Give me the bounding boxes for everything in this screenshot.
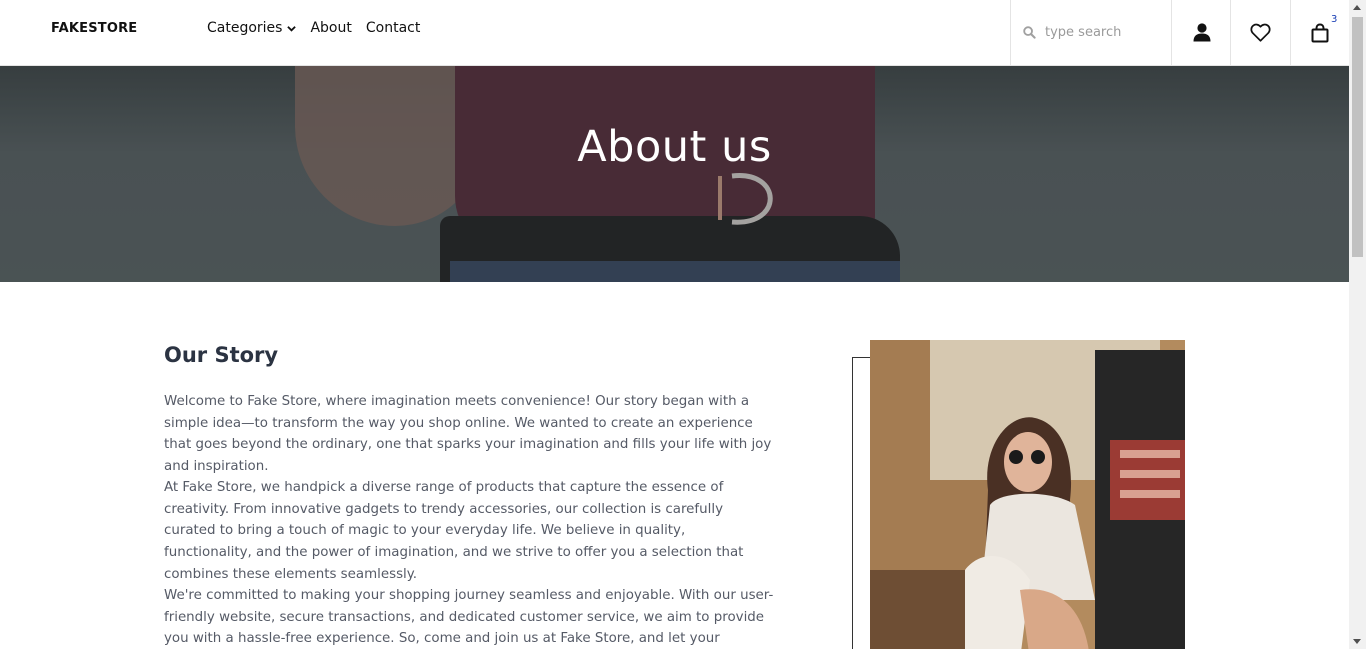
nav-categories[interactable]: Categories [207, 20, 297, 36]
search-input[interactable] [1045, 25, 1155, 40]
bag-icon [1311, 22, 1329, 42]
story-paragraph-3: We're committed to making your shopping … [164, 588, 774, 647]
hero-banner: About us [0, 66, 1349, 282]
story-paragraph-1: Welcome to Fake Store, where imagination… [164, 394, 772, 475]
page-scrollbar[interactable] [1349, 0, 1366, 649]
scroll-up-arrow-icon[interactable] [1353, 5, 1361, 10]
search-box [1010, 0, 1172, 65]
site-logo[interactable]: FAKESTORE [51, 21, 137, 36]
wishlist-button[interactable] [1230, 0, 1290, 65]
nav-about[interactable]: About [310, 20, 351, 36]
page-title: About us [577, 122, 772, 172]
photo-frame-decoration [852, 357, 872, 649]
hero-overlay [0, 66, 1349, 282]
account-button[interactable] [1171, 0, 1231, 65]
cart-button[interactable]: 3 [1290, 0, 1349, 65]
story-paragraph-2: At Fake Store, we handpick a diverse ran… [164, 480, 744, 582]
chevron-down-icon [287, 26, 297, 32]
scrollbar-thumb[interactable] [1352, 17, 1363, 257]
story-photo [870, 340, 1185, 649]
story-heading: Our Story [164, 343, 279, 367]
main-nav: Categories About Contact [207, 20, 420, 36]
woman-with-sunglasses-image [870, 340, 1185, 649]
heart-icon [1250, 23, 1271, 42]
cart-count-badge: 3 [1331, 14, 1338, 25]
search-icon [1023, 26, 1036, 39]
user-icon [1193, 23, 1210, 42]
nav-categories-label: Categories [207, 20, 283, 36]
scroll-down-arrow-icon[interactable] [1353, 639, 1361, 644]
nav-contact[interactable]: Contact [366, 20, 420, 36]
site-header: FAKESTORE Categories About Contact type … [0, 0, 1349, 66]
